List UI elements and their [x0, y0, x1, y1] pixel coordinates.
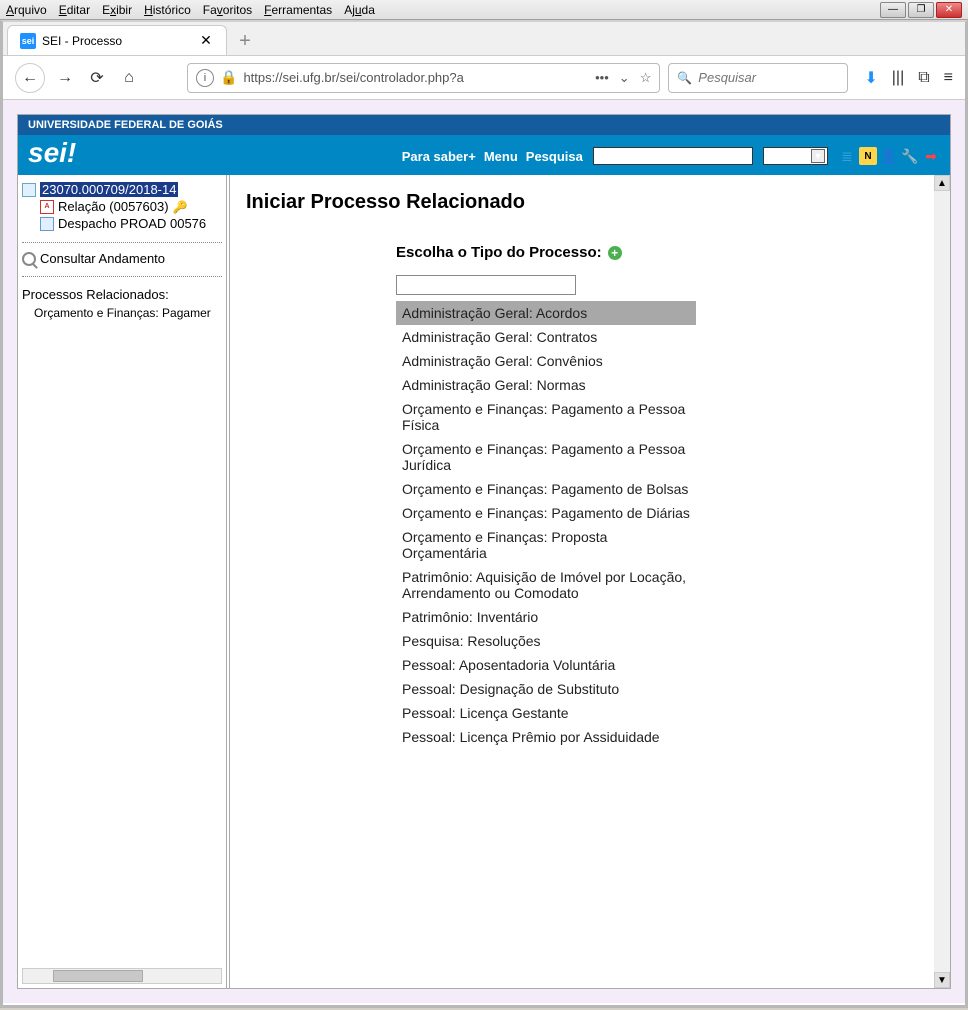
- tab-title: SEI - Processo: [42, 34, 122, 48]
- process-type-item[interactable]: Patrimônio: Aquisição de Imóvel por Loca…: [396, 565, 696, 605]
- bookmark-star-icon[interactable]: ☆: [640, 70, 652, 86]
- document-label: Despacho PROAD 00576: [58, 216, 206, 231]
- document-node-relacao[interactable]: A Relação (0057603) 🔑: [22, 198, 222, 215]
- address-bar[interactable]: i 🔒 https://sei.ufg.br/sei/controlador.p…: [187, 63, 660, 93]
- library-icon[interactable]: |||: [892, 69, 904, 87]
- process-icon: [22, 183, 36, 197]
- process-type-item[interactable]: Administração Geral: Acordos: [396, 301, 696, 325]
- browser-search-input[interactable]: [698, 70, 839, 85]
- settings-wrench-icon[interactable]: 🔧: [901, 147, 919, 165]
- menu-favoritos[interactable]: Favoritos: [203, 3, 252, 17]
- process-type-item[interactable]: Pessoal: Licença Prêmio por Assiduidade: [396, 725, 696, 749]
- divider: [22, 276, 222, 277]
- process-type-item[interactable]: Orçamento e Finanças: Pagamento de Bolsa…: [396, 477, 696, 501]
- content-vertical-scrollbar[interactable]: ▲ ▼: [934, 175, 950, 988]
- unit-select-label: PROAD: [768, 150, 807, 162]
- search-icon: 🔍: [677, 71, 692, 85]
- process-type-item[interactable]: Patrimônio: Inventário: [396, 605, 696, 629]
- consult-progress-link[interactable]: Consultar Andamento: [22, 251, 222, 266]
- process-type-item[interactable]: Orçamento e Finanças: Proposta Orçamentá…: [396, 525, 696, 565]
- sidebar-horizontal-scrollbar[interactable]: [22, 968, 222, 984]
- sei-top-bar: sei! Para saber+ Menu Pesquisa PROAD ▼ ≣…: [18, 135, 950, 175]
- menu-historico[interactable]: Histórico: [144, 3, 191, 17]
- document-node-despacho[interactable]: Despacho PROAD 00576: [22, 215, 222, 232]
- related-processes-title: Processos Relacionados:: [22, 287, 222, 302]
- novelty-icon[interactable]: N: [859, 147, 877, 165]
- process-type-item[interactable]: Orçamento e Finanças: Pagamento a Pessoa…: [396, 437, 696, 477]
- download-icon[interactable]: ⬇: [864, 68, 877, 88]
- menu-arquivo[interactable]: Arquivo: [6, 3, 47, 17]
- org-banner: UNIVERSIDADE FEDERAL DE GOIÁS: [18, 115, 950, 135]
- related-process-link[interactable]: Orçamento e Finanças: Pagamer: [22, 306, 222, 320]
- hamburger-menu-icon[interactable]: ≡: [944, 69, 953, 87]
- exit-icon[interactable]: ➡: [922, 147, 940, 165]
- menu-exibir[interactable]: Exibir: [102, 3, 132, 17]
- site-info-icon[interactable]: i: [196, 69, 214, 87]
- expand-types-button[interactable]: +: [608, 246, 622, 260]
- sei-favicon-icon: sei: [20, 33, 36, 49]
- process-type-item[interactable]: Pessoal: Aposentadoria Voluntária: [396, 653, 696, 677]
- process-type-item[interactable]: Pessoal: Licença Gestante: [396, 701, 696, 725]
- tab-close-button[interactable]: ✕: [198, 33, 214, 49]
- page-actions-icon[interactable]: •••: [595, 70, 609, 85]
- process-type-item[interactable]: Orçamento e Finanças: Pagamento de Diári…: [396, 501, 696, 525]
- link-menu[interactable]: Menu: [484, 149, 518, 164]
- page-content-wrapper: UNIVERSIDADE FEDERAL DE GOIÁS sei! Para …: [3, 100, 965, 1003]
- pdf-icon: A: [40, 200, 54, 214]
- process-tree-sidebar: 23070.000709/2018-14 A Relação (0057603)…: [18, 175, 230, 988]
- choose-type-label: Escolha o Tipo do Processo:: [396, 244, 602, 261]
- process-type-item[interactable]: Pessoal: Designação de Substituto: [396, 677, 696, 701]
- scroll-down-button[interactable]: ▼: [934, 972, 950, 988]
- browser-toolbar: ← → ⟳ ⌂ i 🔒 https://sei.ufg.br/sei/contr…: [3, 56, 965, 100]
- process-node[interactable]: 23070.000709/2018-14: [22, 181, 222, 198]
- page-title: Iniciar Processo Relacionado: [246, 191, 934, 214]
- pocket-icon[interactable]: ⌄: [619, 70, 630, 86]
- link-pesquisa[interactable]: Pesquisa: [526, 149, 583, 164]
- os-menu-bar: Arquivo Editar Exibir Histórico Favorito…: [0, 0, 968, 20]
- window-close-button[interactable]: ✕: [936, 2, 962, 18]
- browser-tab[interactable]: sei SEI - Processo ✕: [7, 25, 227, 55]
- sei-app: UNIVERSIDADE FEDERAL DE GOIÁS sei! Para …: [17, 114, 951, 989]
- scroll-up-button[interactable]: ▲: [934, 175, 950, 191]
- key-icon: 🔑: [173, 200, 188, 214]
- document-icon: [40, 217, 54, 231]
- magnifier-icon: [22, 252, 36, 266]
- process-type-item[interactable]: Pesquisa: Resoluções: [396, 629, 696, 653]
- process-number: 23070.000709/2018-14: [40, 182, 178, 197]
- sei-search-input[interactable]: [593, 147, 753, 165]
- forward-button[interactable]: →: [53, 66, 77, 90]
- lock-icon: 🔒: [220, 69, 237, 86]
- browser-search-box[interactable]: 🔍: [668, 63, 848, 93]
- process-type-item[interactable]: Administração Geral: Contratos: [396, 325, 696, 349]
- chevron-down-icon: ▼: [811, 149, 825, 163]
- sidebar-toggle-icon[interactable]: ⧉: [918, 69, 929, 87]
- consult-label: Consultar Andamento: [40, 251, 165, 266]
- browser-window: sei SEI - Processo ✕ + ← → ⟳ ⌂ i 🔒 https…: [0, 20, 968, 1008]
- new-tab-button[interactable]: +: [231, 27, 259, 55]
- process-type-item[interactable]: Orçamento e Finanças: Pagamento a Pessoa…: [396, 397, 696, 437]
- sei-logo: sei!: [28, 137, 76, 169]
- back-button[interactable]: ←: [15, 63, 45, 93]
- scrollbar-thumb[interactable]: [53, 970, 143, 982]
- window-minimize-button[interactable]: —: [880, 2, 906, 18]
- process-type-item[interactable]: Administração Geral: Normas: [396, 373, 696, 397]
- unit-select[interactable]: PROAD ▼: [763, 147, 828, 165]
- url-text: https://sei.ufg.br/sei/controlador.php?a: [243, 70, 589, 85]
- type-filter-input[interactable]: [396, 275, 576, 295]
- home-button[interactable]: ⌂: [117, 66, 141, 90]
- user-icon[interactable]: 👤: [880, 147, 898, 165]
- control-panel-icon[interactable]: ≣: [838, 147, 856, 165]
- menu-ferramentas[interactable]: Ferramentas: [264, 3, 332, 17]
- process-type-list: Administração Geral: AcordosAdministraçã…: [396, 301, 696, 749]
- reload-button[interactable]: ⟳: [85, 66, 109, 90]
- menu-ajuda[interactable]: Ajuda: [344, 3, 375, 17]
- document-label: Relação (0057603): [58, 199, 169, 214]
- browser-tab-bar: sei SEI - Processo ✕ +: [3, 22, 965, 56]
- main-content: Iniciar Processo Relacionado Escolha o T…: [230, 175, 950, 988]
- menu-editar[interactable]: Editar: [59, 3, 90, 17]
- window-maximize-button[interactable]: ❐: [908, 2, 934, 18]
- divider: [22, 242, 222, 243]
- process-type-item[interactable]: Administração Geral: Convênios: [396, 349, 696, 373]
- link-para-saber[interactable]: Para saber+: [402, 149, 476, 164]
